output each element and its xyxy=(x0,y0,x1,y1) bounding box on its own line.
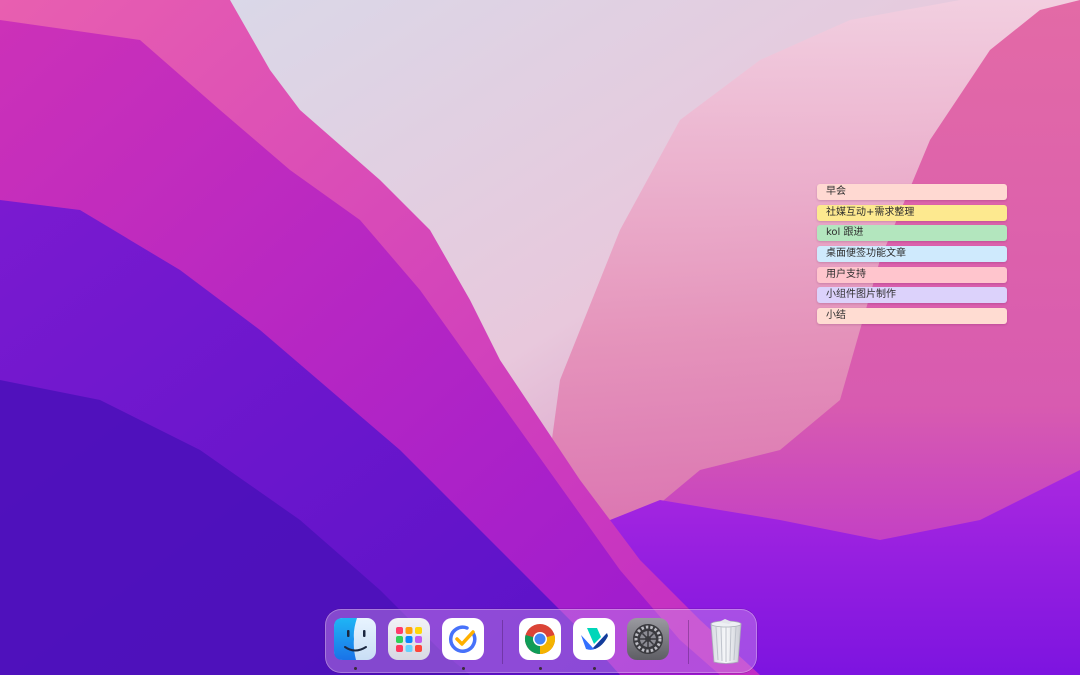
gear-icon[interactable] xyxy=(627,618,669,660)
dock xyxy=(325,609,757,673)
running-indicator xyxy=(354,667,357,670)
launchpad-icon[interactable] xyxy=(388,618,430,660)
running-indicator xyxy=(462,667,465,670)
note-item[interactable]: 桌面便签功能文章 xyxy=(817,246,1007,263)
dock-separator xyxy=(688,620,689,664)
ticktick-icon[interactable] xyxy=(442,618,484,660)
trash-icon[interactable] xyxy=(705,618,747,664)
finder-icon[interactable] xyxy=(334,618,376,660)
sticky-notes-widget[interactable]: 早会 社媒互动+需求整理 kol 跟进 桌面便签功能文章 用户支持 小组件图片制… xyxy=(817,184,1007,329)
chrome-icon[interactable] xyxy=(519,618,561,660)
desktop-wallpaper xyxy=(0,0,1080,675)
running-indicator xyxy=(593,667,596,670)
note-item[interactable]: 早会 xyxy=(817,184,1007,200)
feishu-icon[interactable] xyxy=(573,618,615,660)
note-item[interactable]: 用户支持 xyxy=(817,266,1007,283)
note-item[interactable]: 小组件图片制作 xyxy=(817,287,1007,304)
running-indicator xyxy=(539,667,542,670)
note-item[interactable]: 社媒互动+需求整理 xyxy=(817,204,1007,221)
dock-separator xyxy=(502,620,503,664)
note-item[interactable]: kol 跟进 xyxy=(817,225,1007,242)
note-item[interactable]: 小结 xyxy=(817,308,1007,325)
